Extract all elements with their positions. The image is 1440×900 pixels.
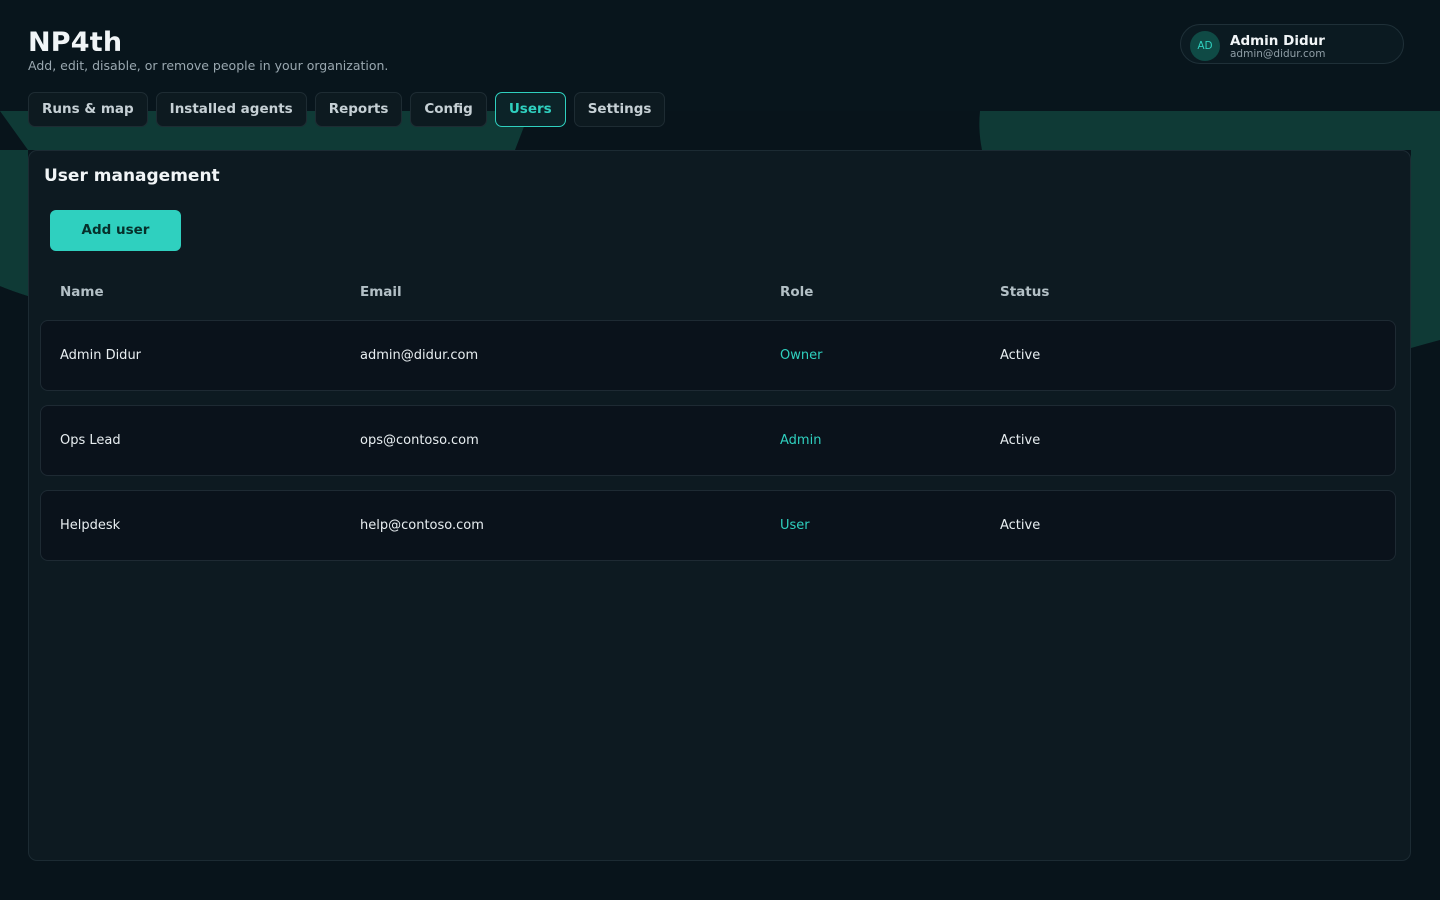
tab-config[interactable]: Config	[410, 92, 487, 127]
column-header-role: Role	[780, 284, 814, 300]
cell-email: ops@contoso.com	[360, 433, 479, 448]
avatar: AD	[1190, 31, 1220, 61]
tab-reports[interactable]: Reports	[314, 92, 403, 127]
app-title: NP4th	[28, 27, 123, 58]
cell-role: Admin	[780, 433, 822, 448]
column-header-email: Email	[360, 284, 402, 300]
tab-settings[interactable]: Settings	[573, 92, 666, 127]
column-header-name: Name	[60, 284, 104, 300]
cell-email: admin@didur.com	[360, 348, 479, 363]
cell-name: Helpdesk	[60, 518, 121, 533]
column-header-status: Status	[1000, 284, 1050, 300]
tab-runs-map[interactable]: Runs & map	[28, 92, 148, 127]
app-subtitle: Add, edit, disable, or remove people in …	[28, 58, 389, 73]
add-user-button[interactable]: Add user	[50, 210, 181, 251]
table-row[interactable]: Ops Lead ops@contoso.com Admin Active	[40, 405, 1396, 476]
cell-name: Admin Didur	[60, 348, 142, 363]
cell-status: Active	[1000, 518, 1041, 533]
cell-status: Active	[1000, 348, 1041, 363]
table-row[interactable]: Admin Didur admin@didur.com Owner Active	[40, 320, 1396, 391]
user-name: Admin Didur	[1230, 33, 1325, 49]
left-wave-fill	[0, 150, 28, 296]
user-management-panel: User management Add user Name Email Role…	[28, 150, 1411, 861]
cell-name: Ops Lead	[60, 433, 121, 448]
table-row[interactable]: Helpdesk help@contoso.com User Active	[40, 490, 1396, 561]
tab-users[interactable]: Users	[494, 92, 566, 127]
cell-role: User	[780, 518, 810, 533]
cell-status: Active	[1000, 433, 1041, 448]
cell-email: help@contoso.com	[360, 518, 484, 533]
cell-role: Owner	[780, 348, 823, 363]
main-tabs: Runs & map Installed agents Reports Conf…	[28, 92, 673, 127]
user-menu[interactable]: AD Admin Didur admin@didur.com	[1180, 24, 1404, 64]
panel-title: User management	[44, 166, 220, 186]
tab-installed-agents[interactable]: Installed agents	[155, 92, 307, 127]
user-email: admin@didur.com	[1230, 48, 1326, 60]
app-page: NP4th Add, edit, disable, or remove peop…	[0, 0, 1440, 900]
